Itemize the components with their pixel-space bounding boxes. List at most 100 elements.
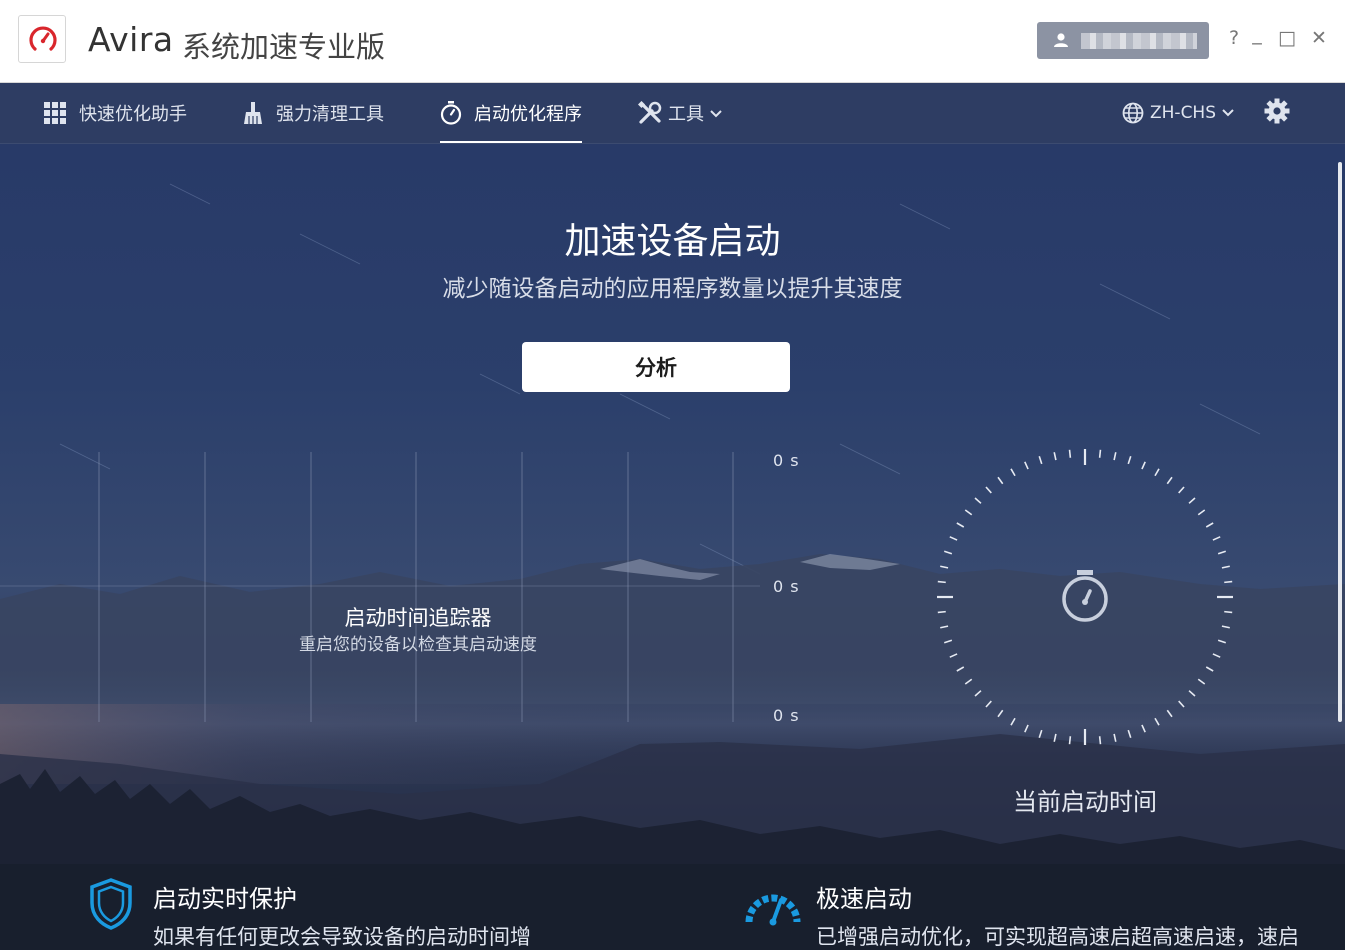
dial-tick [1127,729,1132,739]
dial-tick [1212,536,1221,541]
dial-tick [940,625,949,629]
dial-tick [1178,700,1185,708]
dial-tick [985,700,992,708]
dial-tick [943,639,953,644]
feature-title: 启动实时保护 [153,885,297,913]
dial-tick [1197,678,1206,685]
user-account-button[interactable] [1037,22,1209,59]
avira-logo-icon [29,26,57,51]
dial-tick [997,709,1004,718]
title-bar: Avira 系统加速专业版 ? _ □ ✕ [0,0,1345,83]
minimize-button[interactable]: _ [1246,24,1268,44]
dial-tick [1205,522,1214,528]
nav-label: 强力清理工具 [276,104,384,125]
dial-tick [1010,717,1016,726]
dial-tick [1212,653,1221,658]
app-window: Avira 系统加速专业版 ? _ □ ✕ 快速优化助手 强力清理工具 启动优化… [0,0,1345,950]
broom-icon [242,101,264,125]
dial-tick [1113,452,1117,461]
dial-tick [940,565,949,569]
nav-tools-menu[interactable]: 工具 [638,83,722,143]
axis-label-bottom: 0 s [773,706,800,725]
dial-tick [1188,497,1196,504]
active-tab-indicator [440,141,582,143]
close-button[interactable]: ✕ [1308,28,1330,48]
stopwatch-icon [1062,570,1108,622]
dial-tick [1166,709,1173,718]
maximize-button[interactable]: □ [1276,28,1298,48]
dial-tick [1010,468,1016,477]
axis-label-middle: 0 s [773,577,800,596]
dial-tick [985,486,992,494]
dial-tick [1217,639,1227,644]
startup-time-chart [0,452,760,722]
nav-cleaner[interactable]: 强力清理工具 [242,83,384,143]
settings-button[interactable] [1264,83,1290,143]
dial-tick [1113,733,1117,742]
dial-tick [1197,509,1206,516]
analyze-button[interactable]: 分析 [522,342,790,392]
dial-tick [943,550,953,555]
dial-tick [964,678,973,685]
dial-tick [974,690,982,697]
axis-label-top: 0 s [773,451,800,470]
dial-tick [1221,565,1230,569]
dial-tick [1127,455,1132,465]
dial-tick [937,580,946,584]
chevron-down-icon [710,103,722,124]
gear-icon [1264,98,1290,129]
user-icon [1054,33,1068,47]
dial-tick [937,610,946,614]
dial-tick [1217,550,1227,555]
nav-quick-optimizer[interactable]: 快速优化助手 [43,83,187,143]
startup-optimizer-panel: 加速设备启动 减少随设备启动的应用程序数量以提升其速度 分析 0 s 0 s 0… [0,144,1345,950]
dial-tick [949,536,958,541]
dial-tick [1098,449,1102,458]
dial-tick [1166,476,1173,485]
dial-tick [1141,724,1146,733]
dial-tick [1154,717,1160,726]
page-subheadline: 减少随设备启动的应用程序数量以提升其速度 [442,276,903,302]
language-selector[interactable]: ZH-CHS [1122,83,1234,143]
language-label: ZH-CHS [1150,103,1217,123]
grid-icon [43,101,67,125]
nav-label: 启动优化程序 [474,104,582,125]
avira-logo [18,15,66,63]
globe-icon [1122,102,1144,124]
dial-tick [956,666,965,672]
dial-tick [1024,724,1029,733]
dial-tick [1221,625,1230,629]
dial-tick [1178,486,1185,494]
dial-tick [1154,468,1160,477]
feature-description: 已增强启动优化，可实现超高速启超高速启速，速启 [816,925,1299,949]
chevron-down-icon [1222,103,1234,123]
dial-tick [1068,736,1072,745]
dial-tick [974,497,982,504]
dial-tick [1038,729,1043,739]
startup-tracker-title: 启动时间追踪器 [344,606,492,630]
stopwatch-icon [440,101,462,125]
feature-description: 如果有任何更改会导致设备的启动时间增 [153,925,531,949]
tools-icon [638,101,662,125]
current-boot-time-label: 当前启动时间 [1013,788,1157,816]
dial-tick [1053,733,1057,742]
app-name: Avira [88,20,174,59]
dial-tick [1141,461,1146,470]
dial-tick [956,522,965,528]
help-button[interactable]: ? [1223,28,1245,48]
dial-tick [1038,455,1043,465]
feature-title: 极速启动 [816,885,912,913]
shield-icon [90,878,132,930]
dial-tick [997,476,1004,485]
dial-tick [1024,461,1029,470]
dial-tick [1205,666,1214,672]
nav-startup-optimizer[interactable]: 启动优化程序 [440,83,582,143]
dial-tick [1224,580,1233,584]
startup-tracker-subtitle: 重启您的设备以检查其启动速度 [299,635,537,655]
page-headline: 加速设备启动 [564,221,781,262]
boot-time-dial [937,449,1233,745]
user-name-redacted [1081,33,1197,49]
nav-label: 快速优化助手 [79,104,187,125]
nav-label: 工具 [668,104,704,125]
product-name: 系统加速专业版 [182,30,386,64]
